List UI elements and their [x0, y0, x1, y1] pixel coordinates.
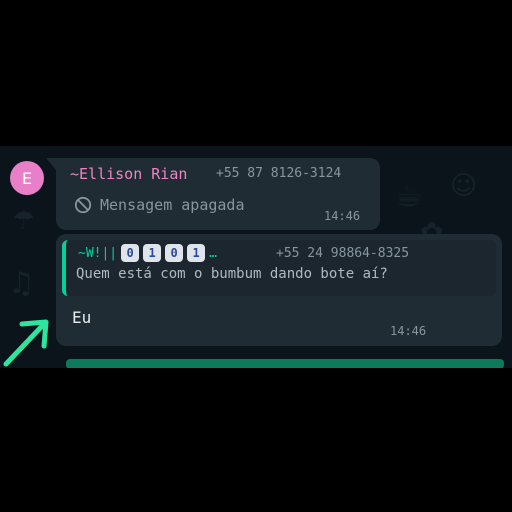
quoted-sender-name: ~W!|| [78, 245, 118, 261]
deleted-message-text: Mensagem apagada [74, 196, 245, 214]
doodle-icon: ♫ [8, 266, 35, 301]
doodle-icon: ☺ [450, 171, 478, 201]
keycap-emoji: 1 [187, 244, 206, 262]
keycap-emoji: 0 [165, 244, 184, 262]
chat-area[interactable]: ☕ ☺ ✿ ☂ ♫ E ~Ellison Rian +55 87 8126-31… [0, 146, 512, 368]
doodle-icon: ☂ [12, 206, 36, 236]
reply-text: Eu [72, 308, 92, 327]
bubble-tail [46, 158, 56, 170]
reply-message-bubble[interactable]: ~W!|| 0 1 0 1 … +55 24 98864-8325 Quem e… [56, 234, 502, 346]
deleted-label: Mensagem apagada [100, 196, 245, 214]
arrow-annotation [3, 319, 49, 367]
quoted-message[interactable]: ~W!|| 0 1 0 1 … +55 24 98864-8325 Quem e… [62, 240, 496, 296]
message-time: 14:46 [390, 324, 427, 338]
blocked-icon [74, 196, 92, 214]
deleted-message-bubble[interactable]: ~Ellison Rian +55 87 8126-3124 Mensagem … [56, 158, 380, 230]
doodle-icon: ☕ [395, 176, 424, 214]
next-message-edge [66, 359, 504, 368]
avatar[interactable]: E [10, 161, 44, 195]
ellipsis: … [209, 245, 217, 261]
keycap-emoji: 0 [121, 244, 140, 262]
quoted-sender-phone: +55 24 98864-8325 [276, 246, 410, 261]
message-time: 14:46 [324, 209, 361, 223]
quoted-sender: ~W!|| 0 1 0 1 … [78, 244, 217, 262]
sender-phone: +55 87 8126-3124 [216, 166, 342, 181]
quoted-text: Quem está com o bumbum dando bote aí? [76, 266, 388, 282]
sender-name[interactable]: ~Ellison Rian [70, 165, 187, 183]
keycap-emoji: 1 [143, 244, 162, 262]
